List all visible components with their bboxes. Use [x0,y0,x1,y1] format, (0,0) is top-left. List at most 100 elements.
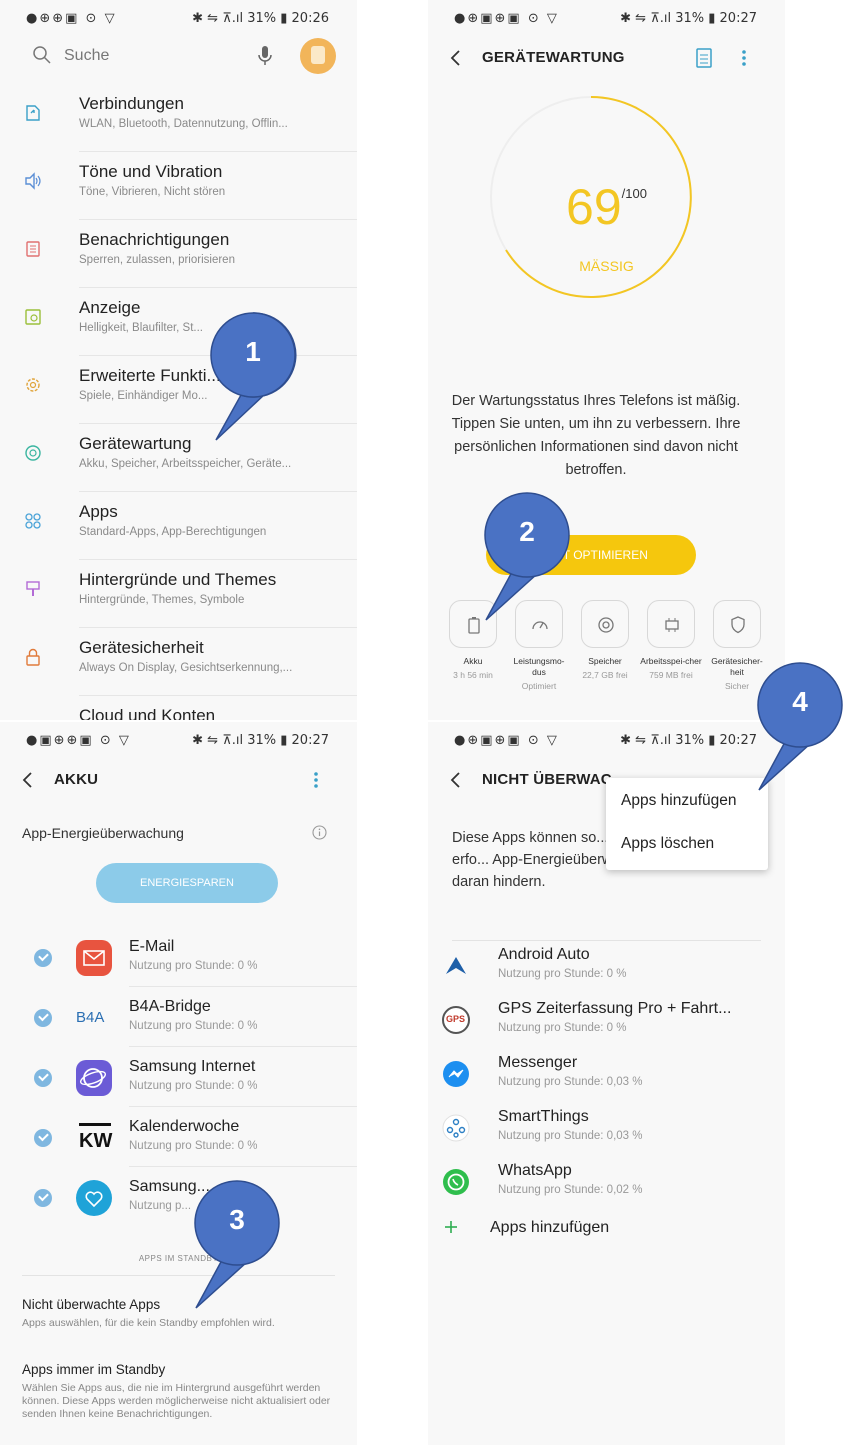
app-usage: Nutzung pro Stunde: 0 % [129,1140,258,1152]
list-item[interactable]: Android Auto Nutzung pro Stunde: 0 % [428,940,785,995]
report-icon[interactable] [696,48,712,68]
maintenance-message: Der Wartungsstatus Ihres Telefons ist mä… [451,393,741,478]
category-label: Leistungsmo-dus [513,656,565,677]
menu-item-remove-apps[interactable]: Apps löschen [621,835,714,853]
checkbox[interactable] [34,1189,52,1207]
settings-item-device-security[interactable]: Gerätesicherheit Always On Display, Gesi… [0,628,357,696]
device-maintenance-icon [25,445,41,461]
status-icons-left: ●⊕▣⊕▣ ⊙ ▽ [454,11,559,26]
app-name: Messenger [498,1054,578,1071]
avatar[interactable] [300,38,336,74]
callout-number: 1 [245,336,261,367]
power-saving-button[interactable]: ENERGIESPAREN [96,863,278,903]
settings-item-subtitle: Hintergründe, Themes, Symbole [79,594,245,606]
messenger-icon [443,1061,469,1087]
list-item[interactable]: SmartThings Nutzung pro Stunde: 0,03 % [428,1103,785,1157]
app-usage: Nutzung p... [129,1200,192,1212]
settings-item-display[interactable]: Anzeige Helligkeit, Blaufilter, St... [0,288,357,356]
app-name: B4A-Bridge [129,998,211,1015]
divider [452,940,761,941]
settings-item-sounds[interactable]: Töne und Vibration Töne, Vibrieren, Nich… [0,152,357,220]
callout-3: 3 [192,1178,282,1309]
category-memory[interactable]: Arbeitsspei-cher 759 MB frei [640,600,702,680]
category-button[interactable] [581,600,629,648]
search-icon [33,46,51,64]
app-usage: Nutzung pro Stunde: 0,02 % [498,1184,643,1196]
page-title: AKKU [54,771,99,788]
list-item[interactable]: B4A B4A-Bridge Nutzung pro Stunde: 0 % [0,987,357,1047]
unmonitored-apps-title[interactable]: Nicht überwachte Apps [22,1297,160,1312]
gear-icon [26,378,40,392]
category-value: 22,7 GB frei [582,670,628,680]
always-sleeping-apps-title[interactable]: Apps immer im Standby [22,1362,165,1377]
settings-item-title: Hintergründe und Themes [79,570,277,589]
add-apps-label: Apps hinzufügen [490,1219,610,1236]
menu-item-add-apps[interactable]: Apps hinzufügen [621,792,736,810]
settings-item-cloud-accounts[interactable]: Cloud und Konten [0,696,357,720]
list-item[interactable]: WhatsApp Nutzung pro Stunde: 0,02 % [428,1157,785,1211]
list-item[interactable]: E-Mail Nutzung pro Stunde: 0 % [0,927,357,987]
status-icons-left: ●⊕⊕▣ ⊙ ▽ [26,11,117,26]
app-name: SmartThings [498,1108,589,1125]
settings-item-connections[interactable]: Verbindungen WLAN, Bluetooth, Datennutzu… [0,84,357,152]
app-bar: AKKU [0,762,357,798]
callout-2: 2 [482,490,572,621]
b4a-app-icon: B4A [76,1000,112,1036]
app-bar: GERÄTEWARTUNG [428,40,785,76]
category-value: 759 MB frei [649,670,693,680]
category-storage[interactable]: Speicher 22,7 GB frei [574,600,636,680]
category-label: Speicher [588,656,622,666]
status-bar: ●▣⊕⊕▣ ⊙ ▽ ✱ ⇋ ⊼.ıl 31% ▮ 20:27 [0,722,357,762]
search-input[interactable]: Suche [64,47,109,65]
list-item[interactable]: Samsung Internet Nutzung pro Stunde: 0 % [0,1047,357,1107]
search-bar[interactable]: Suche [24,38,336,74]
list-item[interactable]: KW Kalenderwoche Nutzung pro Stunde: 0 % [0,1107,357,1167]
settings-item-title: Anzeige [79,298,141,317]
more-options-icon[interactable] [313,770,319,790]
checkbox[interactable] [34,949,52,967]
app-usage: Nutzung pro Stunde: 0,03 % [498,1076,643,1088]
category-button[interactable] [647,600,695,648]
email-app-icon [76,940,112,976]
checkbox[interactable] [34,1009,52,1027]
callout-number: 3 [229,1204,245,1235]
app-usage: Nutzung pro Stunde: 0 % [129,960,258,972]
settings-item-advanced-features[interactable]: Erweiterte Funkti... Spiele, Einhändiger… [0,356,357,424]
list-item[interactable]: GPS GPS Zeiterfassung Pro + Fahrt... Nut… [428,995,785,1049]
settings-list: Verbindungen WLAN, Bluetooth, Datennutzu… [0,84,357,720]
more-options-icon[interactable] [741,48,747,68]
app-list: Android Auto Nutzung pro Stunde: 0 % GPS… [428,940,785,1211]
app-name: E-Mail [129,938,175,955]
callout-1: 1 [208,310,298,441]
list-item[interactable]: Messenger Nutzung pro Stunde: 0,03 % [428,1049,785,1103]
back-arrow-icon[interactable] [448,48,462,68]
always-sleeping-apps-subtitle: Wählen Sie Apps aus, die nie im Hintergr… [22,1382,331,1420]
microphone-icon[interactable] [256,44,274,68]
settings-item-apps[interactable]: Apps Standard-Apps, App-Berechtigungen [0,492,357,560]
plus-icon [445,1221,457,1233]
category-button[interactable] [713,600,761,648]
back-arrow-icon[interactable] [448,770,462,790]
app-name: Samsung Internet [129,1058,256,1075]
settings-item-wallpapers-themes[interactable]: Hintergründe und Themes Hintergründe, Th… [0,560,357,628]
category-label: Akku [463,656,483,666]
display-icon [25,309,41,325]
status-icons-right: ✱ ⇋ ⊼.ıl 31% ▮ 20:27 [620,733,757,748]
checkbox[interactable] [34,1069,52,1087]
add-apps-row[interactable]: Apps hinzufügen [442,1210,762,1246]
list-item[interactable]: Samsung... Nutzung p... [0,1167,357,1227]
callout-number: 2 [519,516,535,547]
app-name: WhatsApp [498,1162,572,1179]
checkbox[interactable] [34,1129,52,1147]
app-name: GPS Zeiterfassung Pro + Fahrt... [498,1000,732,1017]
cloud-icon [24,716,42,720]
whatsapp-icon [443,1169,469,1195]
info-icon[interactable] [312,825,327,840]
overflow-menu: Apps hinzufügen Apps löschen [606,778,768,870]
settings-item-device-maintenance[interactable]: Gerätewartung Akku, Speicher, Arbeitsspe… [0,424,357,492]
kalenderwoche-icon: KW [76,1120,112,1156]
back-arrow-icon[interactable] [20,770,34,790]
app-usage: Nutzung pro Stunde: 0 % [129,1080,258,1092]
settings-item-notifications[interactable]: Benachrichtigungen Sperren, zulassen, pr… [0,220,357,288]
category-label: Arbeitsspei-cher [640,656,702,666]
